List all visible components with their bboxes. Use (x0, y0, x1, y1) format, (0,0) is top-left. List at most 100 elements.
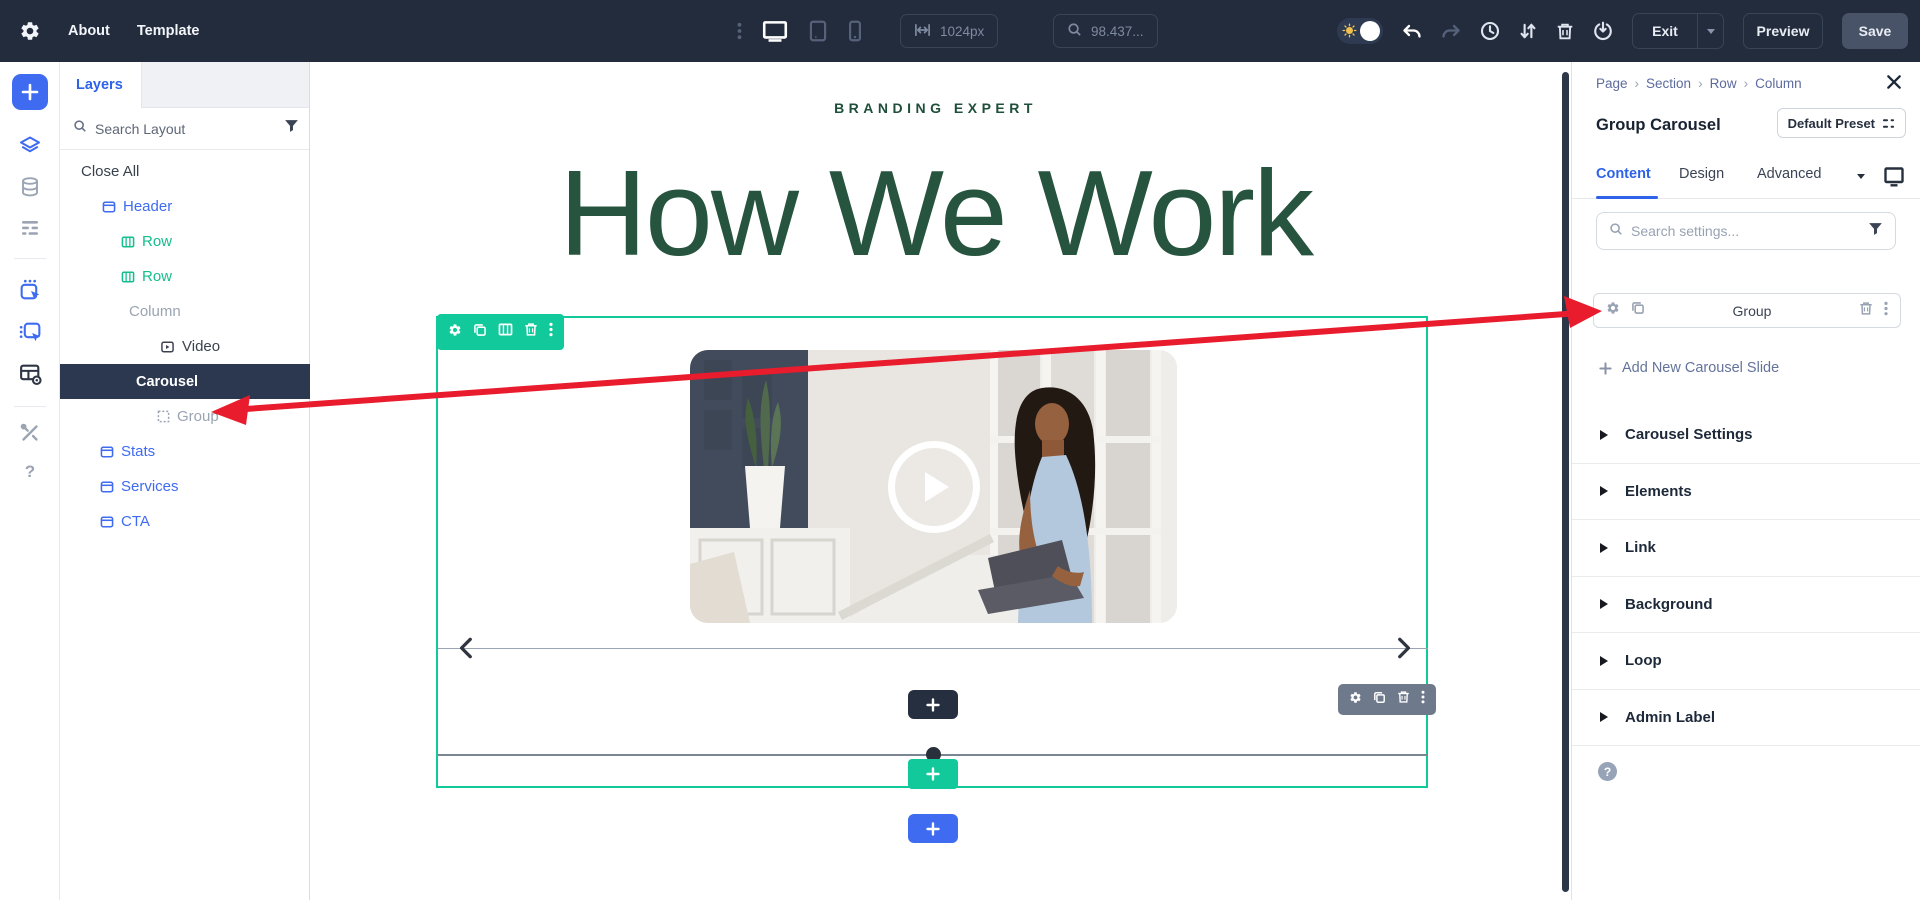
badge-dots-icon[interactable] (549, 322, 553, 342)
help-icon[interactable] (0, 462, 60, 484)
badge-dots-icon[interactable] (1421, 690, 1425, 709)
trash-icon[interactable] (1556, 22, 1574, 41)
breadcrumb-column[interactable]: Column (1755, 76, 1802, 91)
menu-about[interactable]: About (68, 23, 110, 39)
redo-icon[interactable] (1441, 23, 1461, 39)
history-clock-icon[interactable] (1480, 21, 1500, 41)
badge-gear-icon[interactable] (1349, 691, 1362, 709)
insert-after-icon[interactable] (0, 320, 60, 345)
filter-icon[interactable] (1868, 222, 1883, 241)
group-slide-row[interactable]: Group (1593, 293, 1901, 328)
accordion-link[interactable]: Link (1572, 520, 1920, 577)
power-import-icon[interactable] (1593, 21, 1613, 41)
undo-icon[interactable] (1402, 23, 1422, 39)
insert-before-icon[interactable] (0, 278, 60, 303)
database-icon[interactable] (0, 176, 60, 198)
component-settings-icon[interactable] (0, 362, 60, 386)
eyebrow-text[interactable]: BRANDING EXPERT (310, 100, 1561, 116)
badge-trash-icon[interactable] (1397, 690, 1410, 709)
tablet-view-icon[interactable] (808, 19, 828, 43)
carousel-next-arrow[interactable] (1388, 633, 1418, 663)
tree-item-stats[interactable]: Stats (60, 434, 310, 469)
tab-layers[interactable]: Layers (60, 62, 142, 108)
filter-icon[interactable] (284, 119, 299, 138)
tree-item-column[interactable]: Column (60, 294, 310, 329)
more-dots-icon[interactable] (737, 22, 742, 40)
tree-item-group[interactable]: Group (60, 399, 310, 434)
carousel-prev-arrow[interactable] (452, 633, 482, 663)
layers-search-input[interactable] (95, 120, 276, 137)
page-heading[interactable]: How We Work (310, 134, 1561, 293)
menu-template[interactable]: Template (137, 23, 200, 39)
container-icon (102, 201, 116, 212)
tab-advanced[interactable]: Advanced (1757, 166, 1822, 182)
preview-button[interactable]: Preview (1743, 13, 1823, 49)
accordion-elements[interactable]: Elements (1572, 464, 1920, 520)
tree-item-carousel-selected[interactable]: Carousel (60, 364, 310, 399)
layers-panel-icon[interactable] (0, 134, 60, 158)
add-section-blue-button[interactable] (908, 814, 958, 843)
breadcrumb-page[interactable]: Page (1596, 76, 1646, 91)
sort-order-icon[interactable] (1519, 22, 1537, 40)
settings-gear-icon[interactable] (19, 20, 41, 42)
accordion-background[interactable]: Background (1572, 577, 1920, 633)
fields-list-icon[interactable] (0, 218, 60, 238)
preview-label: Preview (1756, 23, 1810, 39)
trash-icon[interactable] (1859, 301, 1873, 321)
tree-item-cta[interactable]: CTA (60, 504, 310, 539)
play-button[interactable] (887, 440, 980, 533)
container-icon (100, 516, 114, 527)
video-icon (161, 341, 174, 352)
dots-menu-icon[interactable] (1884, 301, 1888, 321)
responsive-device-icon[interactable] (1883, 166, 1905, 192)
tab-design[interactable]: Design (1679, 166, 1724, 182)
badge-trash-icon[interactable] (524, 322, 538, 342)
canvas-scrollbar[interactable] (1562, 72, 1569, 892)
default-preset-button[interactable]: Default Preset (1776, 108, 1906, 138)
duplicate-icon[interactable] (1631, 301, 1645, 320)
mobile-view-icon[interactable] (847, 19, 863, 43)
badge-gear-icon[interactable] (448, 323, 462, 342)
chevron-down-icon[interactable] (1857, 174, 1865, 179)
exit-button[interactable]: Exit (1632, 13, 1724, 49)
tree-item-label: Header (123, 198, 173, 215)
tab-content[interactable]: Content (1596, 166, 1651, 182)
add-new-carousel-slide[interactable]: Add New Carousel Slide (1599, 360, 1779, 376)
tree-item-label: Video (182, 338, 221, 355)
tree-item-video[interactable]: Video (60, 329, 310, 364)
add-element-button[interactable] (12, 74, 48, 110)
breadcrumb-row[interactable]: Row (1710, 76, 1756, 91)
gear-icon[interactable] (1606, 301, 1620, 320)
save-button[interactable]: Save (1842, 13, 1908, 49)
tree-item-label: Group (177, 408, 219, 425)
settings-search-input[interactable] (1631, 223, 1860, 239)
breadcrumb-section[interactable]: Section (1646, 76, 1710, 91)
close-icon[interactable] (1886, 74, 1902, 95)
accordion-admin-label[interactable]: Admin Label (1572, 690, 1920, 746)
top-toolbar: About Template 1024px 98.437... Exit Pre… (0, 0, 1920, 62)
left-icon-rail (0, 62, 60, 900)
viewport-width-field[interactable]: 1024px (900, 14, 999, 48)
desktop-view-icon[interactable] (761, 19, 789, 43)
tools-icon[interactable] (0, 422, 60, 444)
tree-item-label: Services (121, 478, 179, 495)
add-slide-green-button[interactable] (908, 759, 958, 789)
accordion-loop[interactable]: Loop (1572, 633, 1920, 690)
badge-columns-icon[interactable] (498, 323, 513, 341)
tree-item-row[interactable]: Row (60, 224, 310, 259)
tree-item-label: Column (129, 303, 181, 320)
zoom-level-field[interactable]: 98.437... (1053, 14, 1158, 48)
accordion-label: Admin Label (1625, 708, 1716, 726)
accordion-carousel-settings[interactable]: Carousel Settings (1572, 407, 1920, 464)
dark-mode-toggle[interactable] (1337, 18, 1383, 44)
tree-close-all[interactable]: Close All (60, 154, 310, 189)
exit-dropdown-caret[interactable] (1697, 14, 1723, 48)
tree-item-services[interactable]: Services (60, 469, 310, 504)
badge-duplicate-icon[interactable] (1373, 691, 1386, 709)
tree-item-row[interactable]: Row (60, 259, 310, 294)
badge-duplicate-icon[interactable] (473, 323, 487, 342)
add-block-dark-button[interactable] (908, 690, 958, 719)
page-builder-app: About Template 1024px 98.437... Exit Pre… (0, 0, 1920, 900)
tree-item-header[interactable]: Header (60, 189, 310, 224)
panel-help-icon[interactable] (1598, 762, 1617, 781)
